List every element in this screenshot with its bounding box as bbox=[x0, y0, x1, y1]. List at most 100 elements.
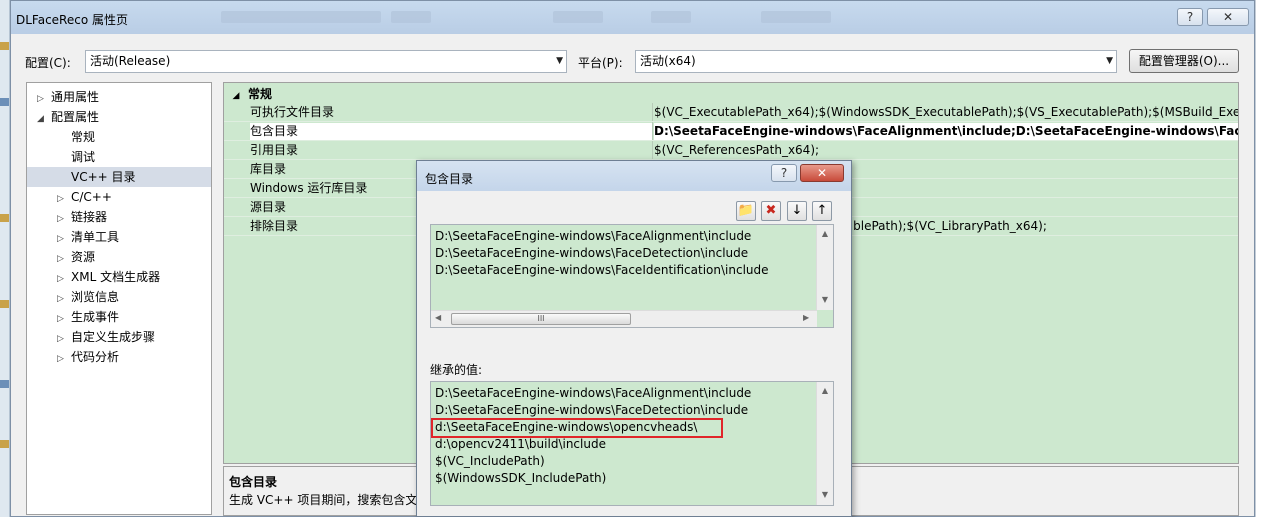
help-button[interactable]: ? bbox=[1177, 8, 1203, 26]
tree-item-label: VC++ 目录 bbox=[71, 170, 136, 184]
description-text: 生成 VC++ 项目期间，搜索包含文 bbox=[229, 493, 418, 507]
scroll-down-icon[interactable]: ▼ bbox=[817, 490, 833, 499]
include-directories-dialog: 包含目录 ? ✕ 📁 ✖ ↓ ↑ ▲ ▼ ◀ III ▶ D:\SeetaFac… bbox=[416, 160, 852, 517]
tree-item[interactable]: ▷ 资源 bbox=[27, 247, 211, 267]
inherited-entry: d:\opencv2411\build\include bbox=[435, 437, 606, 451]
background-right-strip bbox=[1255, 0, 1273, 517]
tree-item-label: 调试 bbox=[71, 150, 96, 164]
tree-item[interactable]: ◢ 配置属性 bbox=[27, 107, 211, 127]
platform-value: 活动(x64) bbox=[640, 54, 696, 68]
include-dialog-title: 包含目录 bbox=[425, 172, 474, 186]
expand-triangle-icon[interactable]: ▷ bbox=[57, 289, 69, 309]
expand-triangle-icon[interactable]: ▷ bbox=[57, 209, 69, 229]
tree-item[interactable]: ▷ C/C++ bbox=[27, 187, 211, 207]
scroll-up-icon[interactable]: ▲ bbox=[817, 386, 833, 395]
tree-item-label: 通用属性 bbox=[51, 90, 100, 104]
grid-category[interactable]: ◢ 常规 bbox=[224, 85, 1238, 103]
property-value[interactable]: D:\SeetaFaceEngine-windows\FaceAlignment… bbox=[654, 123, 1238, 140]
delete-icon[interactable]: ✖ bbox=[761, 201, 781, 221]
dialog-title: DLFaceReco 属性页 bbox=[16, 13, 128, 27]
tree-item[interactable]: ▷ XML 文档生成器 bbox=[27, 267, 211, 287]
tree-item[interactable]: ▷ 代码分析 bbox=[27, 347, 211, 367]
property-name: 可执行文件目录 bbox=[250, 105, 335, 119]
inherited-entry: D:\SeetaFaceEngine-windows\FaceDetection… bbox=[435, 403, 749, 417]
expand-triangle-icon[interactable]: ▷ bbox=[57, 189, 69, 209]
configuration-label: 配置(C): bbox=[25, 56, 71, 70]
expand-triangle-icon[interactable]: ▷ bbox=[57, 329, 69, 349]
entries-vertical-scrollbar[interactable]: ▲ ▼ bbox=[816, 225, 833, 310]
tree-item-label: 生成事件 bbox=[71, 310, 120, 324]
tree-item-label: 链接器 bbox=[71, 210, 108, 224]
scroll-down-icon[interactable]: ▼ bbox=[817, 295, 833, 304]
dialog-titlebar[interactable]: DLFaceReco 属性页 ? ✕ bbox=[11, 1, 1254, 34]
tree-item[interactable]: 调试 bbox=[27, 147, 211, 167]
bg-marker-icon bbox=[0, 98, 9, 106]
platform-label: 平台(P): bbox=[578, 56, 623, 70]
grid-row[interactable]: 可执行文件目录 $(VC_ExecutablePath_x64);$(Window… bbox=[224, 103, 1238, 122]
scroll-left-icon[interactable]: ◀ bbox=[435, 313, 441, 322]
inherited-entry: $(WindowsSDK_IncludePath) bbox=[435, 471, 607, 485]
platform-select[interactable]: 活动(x64) ▼ bbox=[635, 50, 1117, 73]
expand-triangle-icon[interactable]: ▷ bbox=[57, 309, 69, 329]
configuration-value: 活动(Release) bbox=[90, 54, 171, 68]
scroll-up-icon[interactable]: ▲ bbox=[817, 229, 833, 238]
inherited-values-list[interactable]: ▲ ▼ D:\SeetaFaceEngine-windows\FaceAlign… bbox=[430, 381, 834, 506]
inherited-values-label: 继承的值: bbox=[430, 363, 483, 377]
expand-triangle-icon[interactable]: ▷ bbox=[57, 349, 69, 369]
tree-item-label: 代码分析 bbox=[71, 350, 120, 364]
include-entry[interactable]: D:\SeetaFaceEngine-windows\FaceIdentific… bbox=[435, 262, 769, 279]
expand-triangle-icon[interactable]: ◢ bbox=[37, 109, 49, 129]
tree-item-label: XML 文档生成器 bbox=[71, 270, 161, 284]
new-line-icon[interactable]: 📁 bbox=[736, 201, 756, 221]
highlight-box bbox=[431, 418, 723, 438]
inherited-entry: D:\SeetaFaceEngine-windows\FaceAlignment… bbox=[435, 386, 752, 400]
titlebar-behind-text bbox=[391, 11, 431, 23]
tree-item[interactable]: ▷ 清单工具 bbox=[27, 227, 211, 247]
tree-item[interactable]: ▷ 链接器 bbox=[27, 207, 211, 227]
include-entries-list[interactable]: ▲ ▼ ◀ III ▶ D:\SeetaFaceEngine-windows\F… bbox=[430, 224, 834, 328]
tree-item[interactable]: ▷ 浏览信息 bbox=[27, 287, 211, 307]
move-down-icon[interactable]: ↓ bbox=[787, 201, 807, 221]
horizontal-scroll-thumb[interactable]: III bbox=[451, 313, 631, 325]
tree-item[interactable]: 常规 bbox=[27, 127, 211, 147]
inherited-entry: $(VC_IncludePath) bbox=[435, 454, 545, 468]
expand-triangle-icon[interactable]: ▷ bbox=[57, 269, 69, 289]
expand-triangle-icon[interactable]: ▷ bbox=[37, 89, 49, 109]
tree-item[interactable]: ▷ 自定义生成步骤 bbox=[27, 327, 211, 347]
description-title: 包含目录 bbox=[229, 475, 278, 489]
property-value[interactable]: $(VC_ReferencesPath_x64); bbox=[654, 142, 1238, 159]
bg-marker-icon bbox=[0, 300, 9, 308]
grid-row[interactable]: 引用目录 $(VC_ReferencesPath_x64); bbox=[224, 141, 1238, 160]
configuration-row: 配置(C): 活动(Release) ▼ 平台(P): 活动(x64) ▼ 配置… bbox=[25, 49, 1245, 75]
include-dialog-titlebar[interactable]: 包含目录 ? ✕ bbox=[417, 161, 851, 191]
tree-item-label: 常规 bbox=[71, 130, 96, 144]
property-name: 包含目录 bbox=[250, 123, 652, 140]
include-close-button[interactable]: ✕ bbox=[800, 164, 844, 182]
tree-item[interactable]: VC++ 目录 bbox=[27, 167, 211, 187]
tree-item-label: C/C++ bbox=[71, 190, 112, 204]
expand-triangle-icon[interactable]: ▷ bbox=[57, 229, 69, 249]
background-editor-strip bbox=[0, 0, 10, 517]
property-name: 引用目录 bbox=[250, 143, 299, 157]
tree-item[interactable]: ▷ 生成事件 bbox=[27, 307, 211, 327]
include-help-button[interactable]: ? bbox=[771, 164, 797, 182]
grid-category-label: 常规 bbox=[248, 87, 273, 101]
close-button[interactable]: ✕ bbox=[1207, 8, 1249, 26]
inherited-vertical-scrollbar[interactable]: ▲ ▼ bbox=[816, 382, 833, 505]
entries-horizontal-scrollbar[interactable]: ◀ III ▶ bbox=[431, 310, 817, 327]
configuration-manager-button[interactable]: 配置管理器(O)... bbox=[1129, 49, 1239, 73]
expand-triangle-icon[interactable]: ▷ bbox=[57, 249, 69, 269]
scroll-right-icon[interactable]: ▶ bbox=[803, 313, 809, 322]
bg-marker-icon bbox=[0, 440, 9, 448]
tree-item-label: 自定义生成步骤 bbox=[71, 330, 156, 344]
chevron-down-icon: ▼ bbox=[556, 56, 563, 66]
titlebar-behind-text bbox=[651, 11, 691, 23]
tree-item[interactable]: ▷ 通用属性 bbox=[27, 87, 211, 107]
property-value[interactable]: $(VC_ExecutablePath_x64);$(WindowsSDK_Ex… bbox=[654, 104, 1238, 121]
grid-row[interactable]: 包含目录 D:\SeetaFaceEngine-windows\FaceAlign… bbox=[224, 122, 1238, 141]
bg-marker-icon bbox=[0, 42, 9, 50]
include-entry[interactable]: D:\SeetaFaceEngine-windows\FaceAlignment… bbox=[435, 228, 751, 245]
move-up-icon[interactable]: ↑ bbox=[812, 201, 832, 221]
include-entry[interactable]: D:\SeetaFaceEngine-windows\FaceDetection… bbox=[435, 245, 748, 262]
configuration-select[interactable]: 活动(Release) ▼ bbox=[85, 50, 567, 73]
